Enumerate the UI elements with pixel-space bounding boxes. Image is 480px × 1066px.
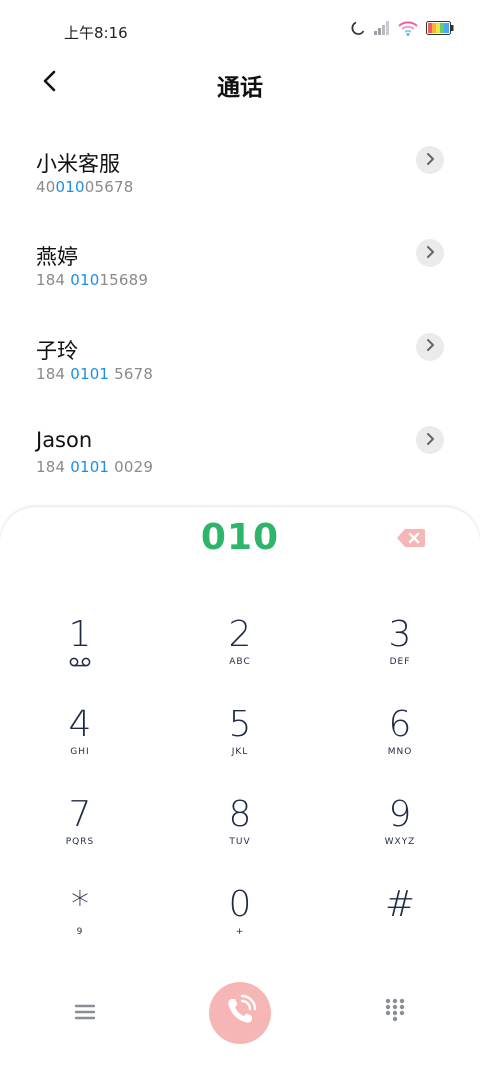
contact-item[interactable]: 子玲 184 0101 5678 (0, 307, 480, 400)
contact-number: 184 01015689 (36, 271, 148, 289)
menu-icon (70, 1004, 100, 1029)
key-3[interactable]: 3 DEF (340, 615, 460, 695)
key-digit: 8 (228, 794, 252, 835)
number-part: 40 (36, 178, 56, 196)
key-digit: 5 (228, 704, 252, 745)
key-2[interactable]: 2 ABC (180, 615, 300, 695)
key-letters: 9 (76, 927, 84, 937)
keypad-toggle-button[interactable] (384, 997, 406, 1023)
chevron-right-icon (425, 337, 435, 356)
key-digit: 6 (388, 704, 412, 745)
key-digit: 9 (388, 794, 412, 835)
number-part: 5678 (109, 364, 154, 383)
key-4[interactable]: 4 GHI (20, 705, 140, 785)
key-digit: 1 (68, 614, 92, 655)
number-match: 0101 (70, 458, 110, 477)
key-letters: + (235, 927, 245, 937)
key-digit: 0 (228, 884, 252, 925)
key-digit: 2 (228, 614, 252, 655)
key-star[interactable]: * 9 (20, 885, 140, 965)
number-part: 15689 (99, 271, 149, 290)
number-part: 0029 (109, 458, 154, 477)
contact-name: 子玲 (36, 338, 78, 363)
key-9[interactable]: 9 WXYZ (340, 795, 460, 875)
key-letters: PQRS (65, 837, 95, 847)
key-0[interactable]: 0 + (180, 885, 300, 965)
number-match: 0101 (70, 364, 110, 383)
battery-icon (426, 21, 454, 35)
wifi-icon (398, 20, 418, 36)
key-7[interactable]: 7 PQRS (20, 795, 140, 875)
number-part: 184 (36, 458, 71, 477)
contact-number: 184 0101 5678 (36, 365, 153, 383)
contact-item[interactable]: 小米客服 4001005678 (0, 120, 480, 213)
backspace-icon (396, 529, 426, 553)
key-1[interactable]: 1 (20, 615, 140, 695)
number-match: 010 (55, 178, 85, 196)
key-letters: MNO (387, 747, 413, 757)
contact-number: 184 0101 0029 (36, 458, 153, 476)
delete-button[interactable] (396, 527, 426, 549)
voicemail-icon (69, 657, 91, 670)
key-8[interactable]: 8 TUV (180, 795, 300, 875)
contact-number: 4001005678 (36, 178, 133, 196)
call-button[interactable] (209, 982, 271, 1044)
key-letters: WXYZ (384, 837, 416, 847)
key-letters: JKL (231, 747, 249, 757)
key-digit: 3 (388, 614, 412, 655)
key-digit: * (71, 884, 89, 925)
dialpad-panel: 010 1 2 ABC 3 DEF 4 GHI 5 JKL 6 MNO 7 PQ… (0, 507, 480, 1066)
chevron-right-icon (425, 244, 435, 263)
key-hash[interactable]: # (340, 885, 460, 965)
number-part: 05678 (84, 178, 134, 196)
key-digit: 4 (68, 704, 92, 745)
contact-item[interactable]: Jason 184 0101 0029 (0, 400, 480, 493)
key-letters: TUV (229, 837, 251, 847)
key-digit: # (384, 884, 416, 925)
key-digit: 7 (68, 794, 92, 835)
key-letters: DEF (389, 657, 411, 667)
contact-name: Jason (36, 428, 93, 453)
contact-name: 小米客服 (36, 152, 120, 176)
status-time: 上午8:16 (64, 24, 128, 42)
key-letters: GHI (70, 747, 90, 757)
phone-icon (222, 993, 258, 1033)
contact-name: 燕婷 (36, 245, 78, 270)
signal-icon (374, 21, 390, 35)
status-bar: 上午8:16 (0, 0, 480, 62)
chevron-right-icon (425, 431, 435, 450)
status-icons (350, 20, 454, 36)
page-title: 通话 (217, 75, 263, 101)
dialpad-icon (384, 998, 406, 1027)
contact-detail-button[interactable] (416, 239, 444, 268)
key-6[interactable]: 6 MNO (340, 705, 460, 785)
header: 通话 (0, 62, 480, 106)
contact-item[interactable]: 燕婷 184 01015689 (0, 213, 480, 306)
key-letters: ABC (229, 657, 251, 667)
chevron-right-icon (425, 151, 435, 170)
contact-list: 小米客服 4001005678 燕婷 184 01015689 子玲 184 0… (0, 120, 480, 494)
key-5[interactable]: 5 JKL (180, 705, 300, 785)
dialer-bottom-bar (0, 977, 480, 1047)
moon-icon (350, 20, 366, 36)
number-part: 184 (36, 364, 71, 383)
number-match: 010 (70, 271, 100, 290)
contact-detail-button[interactable] (416, 146, 444, 174)
number-part: 184 (36, 271, 71, 290)
contact-detail-button[interactable] (416, 426, 444, 455)
contact-detail-button[interactable] (416, 332, 444, 361)
menu-button[interactable] (70, 999, 100, 1025)
